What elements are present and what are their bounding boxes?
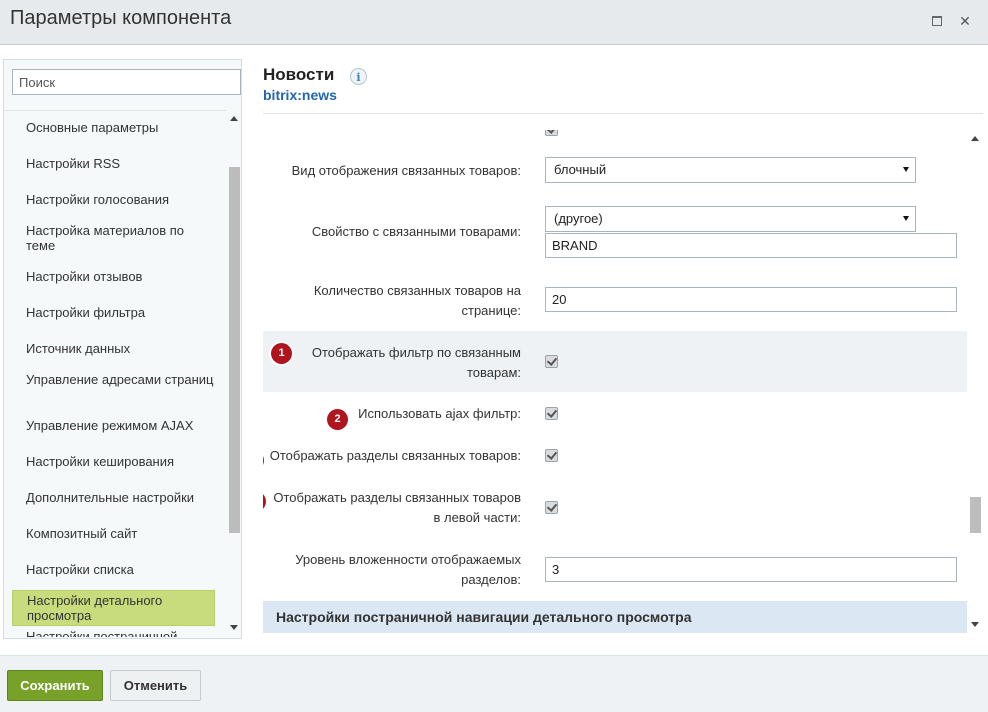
sidebar-item-data-source[interactable]: Источник данных bbox=[12, 341, 215, 356]
close-icon[interactable]: ✕ bbox=[957, 13, 973, 29]
chevron-down-icon bbox=[903, 167, 909, 172]
dialog-titlebar: Параметры компонента ✕ bbox=[0, 0, 988, 45]
sidebar-item-page-urls[interactable]: Управление адресами страниц bbox=[12, 372, 215, 387]
linked-property-input[interactable]: BRAND bbox=[545, 233, 957, 258]
depth-level-label: Уровень вложенности отображаемых раздело… bbox=[295, 552, 521, 587]
section-header-title: Настройки постраничной навигации детальн… bbox=[276, 609, 692, 625]
show-sections-left-checkbox[interactable] bbox=[545, 501, 558, 514]
sidebar-item-main-params[interactable]: Основные параметры bbox=[12, 120, 215, 135]
sidebar-item-composite[interactable]: Композитный сайт bbox=[12, 526, 215, 541]
scroll-down-icon[interactable] bbox=[230, 625, 238, 630]
sidebar-item-list[interactable]: Настройки списка bbox=[12, 562, 215, 577]
scroll-up-icon[interactable] bbox=[971, 136, 979, 141]
linked-count-label: Количество связанных товаров на странице… bbox=[313, 283, 521, 318]
scrollbar-thumb[interactable] bbox=[970, 497, 981, 533]
show-filter-label: Отображать фильтр по связанным товарам: bbox=[311, 345, 521, 380]
info-icon[interactable]: i bbox=[350, 68, 367, 85]
linked-property-select[interactable]: (другое) bbox=[545, 206, 916, 232]
sidebar-item-reviews[interactable]: Настройки отзывов bbox=[12, 269, 215, 284]
ajax-filter-checkbox[interactable] bbox=[545, 407, 558, 420]
component-title: Новости bbox=[263, 65, 335, 84]
linked-count-input[interactable]: 20 bbox=[545, 287, 957, 312]
search-input[interactable] bbox=[12, 69, 241, 95]
save-button[interactable]: Сохранить bbox=[7, 670, 103, 701]
sidebar-scrollbar[interactable] bbox=[228, 110, 241, 636]
ajax-filter-label: Использовать ajax фильтр: bbox=[358, 406, 521, 421]
sidebar-item-pagination[interactable]: Настройки постраничной навигации bbox=[12, 629, 215, 637]
sidebar-item-related-materials[interactable]: Настройка материалов по теме bbox=[12, 223, 215, 253]
show-sections-left-label: Отображать разделы связанных товаров в л… bbox=[273, 490, 521, 525]
dialog-title: Параметры компонента bbox=[10, 7, 232, 29]
depth-level-input[interactable]: 3 bbox=[545, 557, 957, 582]
divider bbox=[263, 113, 983, 114]
badge-1: 1 bbox=[271, 343, 292, 364]
show-sections-checkbox[interactable] bbox=[545, 449, 558, 462]
sidebar-item-voting[interactable]: Настройки голосования bbox=[12, 192, 215, 207]
sidebar-item-detail-view[interactable]: Настройки детального просмотра bbox=[12, 590, 215, 626]
sidebar-item-additional[interactable]: Дополнительные настройки bbox=[12, 490, 215, 505]
linked-property-select-value: (другое) bbox=[554, 211, 603, 226]
sidebar: Основные параметры Настройки RSS Настрой… bbox=[3, 59, 242, 639]
linked-view-label: Вид отображения связанных товаров: bbox=[291, 163, 521, 178]
linked-view-select[interactable]: блочный bbox=[545, 157, 916, 183]
sidebar-item-rss[interactable]: Настройки RSS bbox=[12, 156, 215, 171]
cancel-button[interactable]: Отменить bbox=[110, 670, 201, 701]
dialog-footer: Сохранить Отменить bbox=[0, 655, 988, 712]
checkbox-partial[interactable] bbox=[545, 130, 558, 136]
sidebar-item-ajax[interactable]: Управление режимом AJAX bbox=[12, 418, 215, 433]
sidebar-item-filter[interactable]: Настройки фильтра bbox=[12, 305, 215, 320]
component-code: bitrix:news bbox=[263, 87, 337, 103]
sidebar-list: Основные параметры Настройки RSS Настрой… bbox=[4, 110, 226, 637]
chevron-down-icon bbox=[903, 216, 909, 221]
show-filter-checkbox[interactable] bbox=[545, 355, 558, 368]
linked-property-label: Свойство с связанными товарами: bbox=[311, 224, 521, 239]
section-header[interactable]: Настройки постраничной навигации детальн… bbox=[263, 601, 967, 633]
linked-view-value: блочный bbox=[554, 162, 607, 177]
main-scrollbar[interactable] bbox=[968, 130, 983, 633]
sidebar-item-caching[interactable]: Настройки кеширования bbox=[12, 454, 215, 469]
settings-panel: Вид отображения связанных товаров: блочн… bbox=[263, 130, 967, 633]
scrollbar-thumb[interactable] bbox=[229, 167, 240, 533]
scroll-down-icon[interactable] bbox=[971, 622, 979, 627]
maximize-icon[interactable] bbox=[929, 13, 945, 29]
show-sections-label: Отображать разделы связанных товаров: bbox=[269, 448, 521, 463]
scroll-up-icon[interactable] bbox=[230, 116, 238, 121]
